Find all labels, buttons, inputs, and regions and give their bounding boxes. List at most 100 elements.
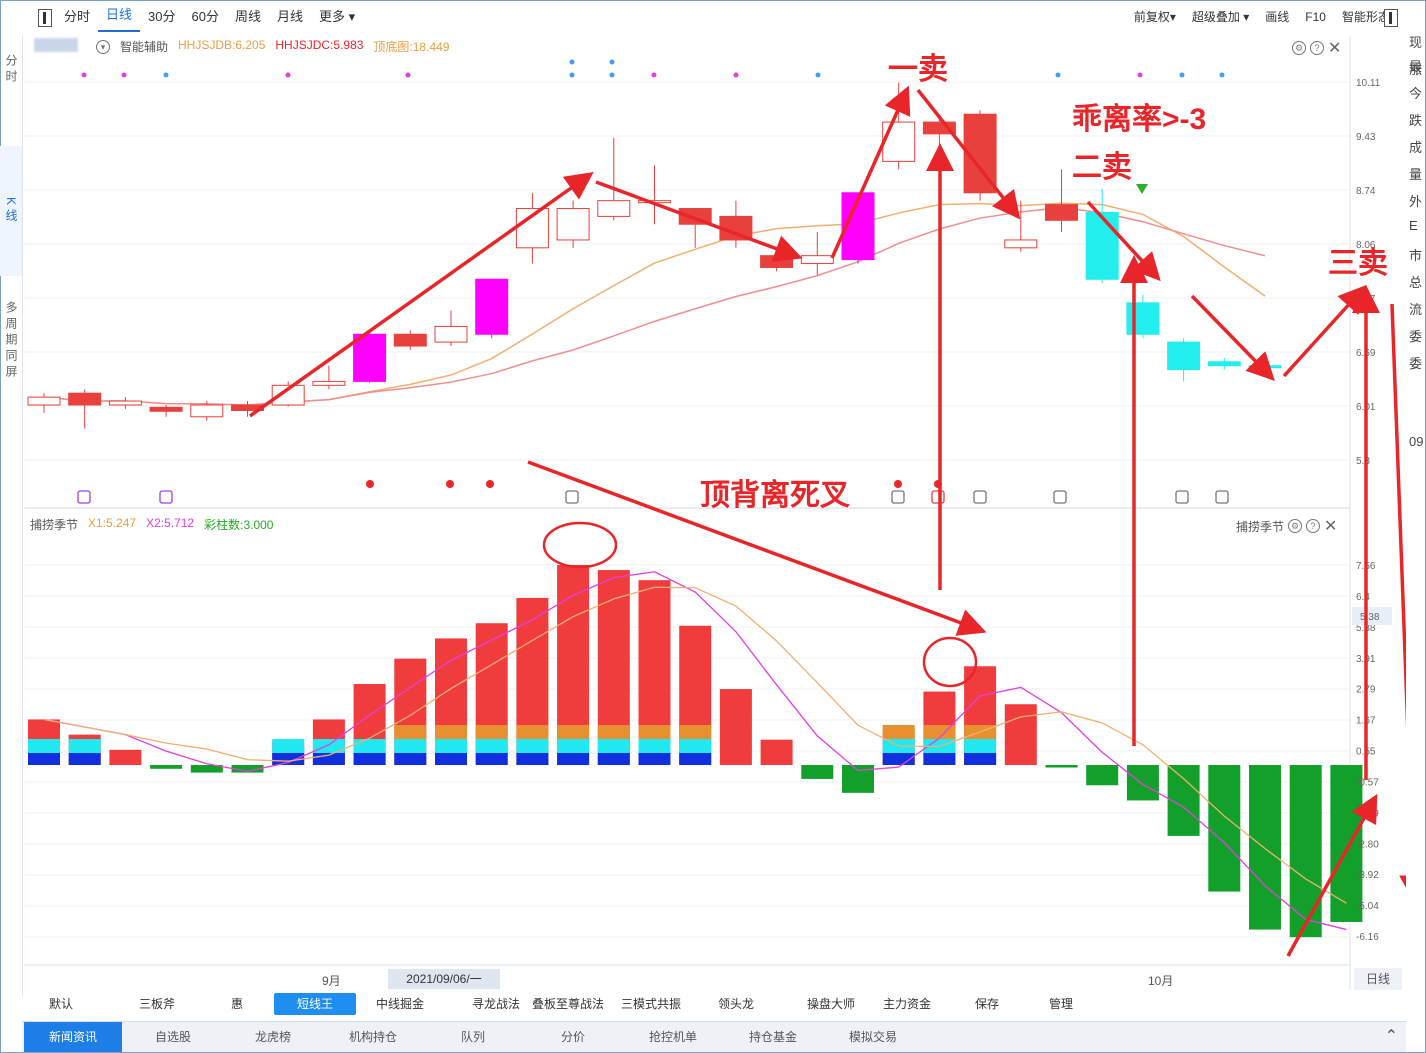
- histogram-band-cyan: [394, 739, 427, 753]
- signal-dot: [405, 72, 411, 78]
- signal-star: [486, 480, 494, 488]
- histogram-band-cyan: [557, 739, 590, 753]
- strategy-tab[interactable]: 寻龙战法: [462, 993, 530, 1015]
- histogram-band-orange: [679, 725, 712, 739]
- strategy-tab[interactable]: 三板斧: [122, 993, 192, 1015]
- candle-body: [1167, 341, 1201, 371]
- footer-tab[interactable]: 持仓基金: [724, 1022, 822, 1052]
- quote-side-label: 委: [1409, 356, 1423, 371]
- footer-tab[interactable]: 分价: [524, 1022, 622, 1052]
- current-value-label: 5.38: [1360, 612, 1380, 623]
- quote-side-label: E: [1409, 218, 1418, 233]
- histogram-band-cyan: [68, 739, 101, 753]
- strategy-tab[interactable]: 默认: [26, 993, 96, 1015]
- macd-axis-label: 6.4: [1356, 592, 1370, 603]
- date-label-sep: 9月: [322, 974, 341, 988]
- histogram-bar: [1086, 765, 1119, 786]
- histogram-bar: [760, 739, 793, 765]
- strategy-tab[interactable]: 惠: [222, 993, 252, 1015]
- macd-axis-label: -3.92: [1356, 870, 1379, 881]
- histogram-band-orange: [638, 725, 671, 739]
- signal-star: [366, 480, 374, 488]
- signal-box: [77, 490, 91, 504]
- moving-average-line: [43, 206, 1266, 406]
- histogram-band-cyan: [964, 739, 997, 753]
- quote-side-label: 量: [1409, 167, 1423, 182]
- signal-dot: [163, 72, 169, 78]
- signal-box: [973, 490, 987, 504]
- histogram-bar: [719, 689, 752, 765]
- quote-side-label: 流: [1409, 302, 1423, 317]
- signal-box: [1053, 490, 1067, 504]
- strategy-tab[interactable]: 三模式共振: [616, 993, 686, 1015]
- strategy-tab[interactable]: 叠板至尊战法: [524, 993, 612, 1015]
- collapse-icon[interactable]: ⌃: [1385, 1026, 1398, 1046]
- candle-body: [27, 396, 61, 406]
- quote-side-label: 最: [1409, 59, 1423, 74]
- signal-box: [1215, 490, 1229, 504]
- strategy-tab[interactable]: 主力资金: [872, 993, 942, 1015]
- period-label[interactable]: 日线: [1354, 968, 1402, 990]
- annotation-sell3: 三卖: [1328, 247, 1388, 280]
- macd-axis-label: -6.16: [1356, 932, 1379, 943]
- signal-dot: [1219, 72, 1225, 78]
- candle-body: [1045, 204, 1078, 221]
- strategy-tab[interactable]: 短线王: [274, 993, 356, 1015]
- signal-dot: [121, 72, 127, 78]
- moving-average-line: [43, 202, 1266, 406]
- annotation-circle: [542, 521, 618, 569]
- footer-tab[interactable]: 龙虎榜: [224, 1022, 322, 1052]
- footer-tab[interactable]: 队列: [424, 1022, 522, 1052]
- annotation-arrow: [248, 171, 594, 418]
- histogram-band-blue: [964, 753, 997, 765]
- histogram-band-cyan: [638, 739, 671, 753]
- histogram-bar: [1208, 765, 1241, 892]
- candle-body: [556, 208, 590, 241]
- strategy-tab[interactable]: 保存: [962, 993, 1012, 1015]
- signal-dot: [815, 72, 821, 78]
- quote-side-label: 跌: [1409, 113, 1423, 128]
- histogram-band-cyan: [435, 739, 467, 753]
- histogram-band-orange: [557, 725, 590, 739]
- candle-body: [393, 333, 427, 347]
- histogram-band-blue: [597, 753, 630, 765]
- quote-side-label: 市: [1409, 248, 1423, 263]
- candle-body: [475, 278, 509, 335]
- annotation-arrow: [595, 180, 803, 262]
- histogram-band-blue: [679, 753, 712, 765]
- histogram-bar: [1004, 704, 1037, 765]
- signal-box: [931, 490, 945, 504]
- histogram-bar: [150, 765, 183, 769]
- footer-tab[interactable]: 模拟交易: [824, 1022, 922, 1052]
- footer-tab[interactable]: 自选股: [124, 1022, 222, 1052]
- candle-body: [1207, 361, 1241, 367]
- strategy-tab[interactable]: 领头龙: [708, 993, 764, 1015]
- strategy-tab[interactable]: 管理: [1036, 993, 1086, 1015]
- histogram-band-orange: [882, 725, 915, 739]
- candle-body: [312, 380, 346, 386]
- footer-tab[interactable]: 机构持仓: [324, 1022, 422, 1052]
- signal-dot: [1137, 72, 1143, 78]
- histogram-bar: [1126, 765, 1159, 801]
- histogram-band-blue: [68, 753, 101, 765]
- strategy-tab[interactable]: 中线掘金: [366, 993, 434, 1015]
- signal-dot: [609, 59, 615, 65]
- signal-box: [891, 490, 905, 504]
- histogram-band-blue: [353, 753, 386, 765]
- quote-side-panel: 现涨最今跌成量外 E 市总流委委 09: [1406, 35, 1426, 996]
- histogram-band-blue: [557, 753, 590, 765]
- annotation-deviation: 乖离率>-3: [1072, 103, 1207, 136]
- quote-side-label: 委: [1409, 329, 1423, 344]
- signal-dot: [285, 72, 291, 78]
- candle-body: [68, 392, 102, 406]
- candle-body: [108, 400, 142, 406]
- histogram-band-blue: [923, 753, 956, 765]
- candle-body: [149, 406, 183, 412]
- footer-tab[interactable]: 新闻资讯: [24, 1022, 122, 1052]
- strategy-tab[interactable]: 操盘大师: [796, 993, 866, 1015]
- signal-star: [446, 480, 454, 488]
- signal-dot: [569, 72, 575, 78]
- histogram-band-cyan: [28, 739, 60, 753]
- footer-tab[interactable]: 抢控机单: [624, 1022, 722, 1052]
- quote-side-label: 成: [1409, 140, 1423, 155]
